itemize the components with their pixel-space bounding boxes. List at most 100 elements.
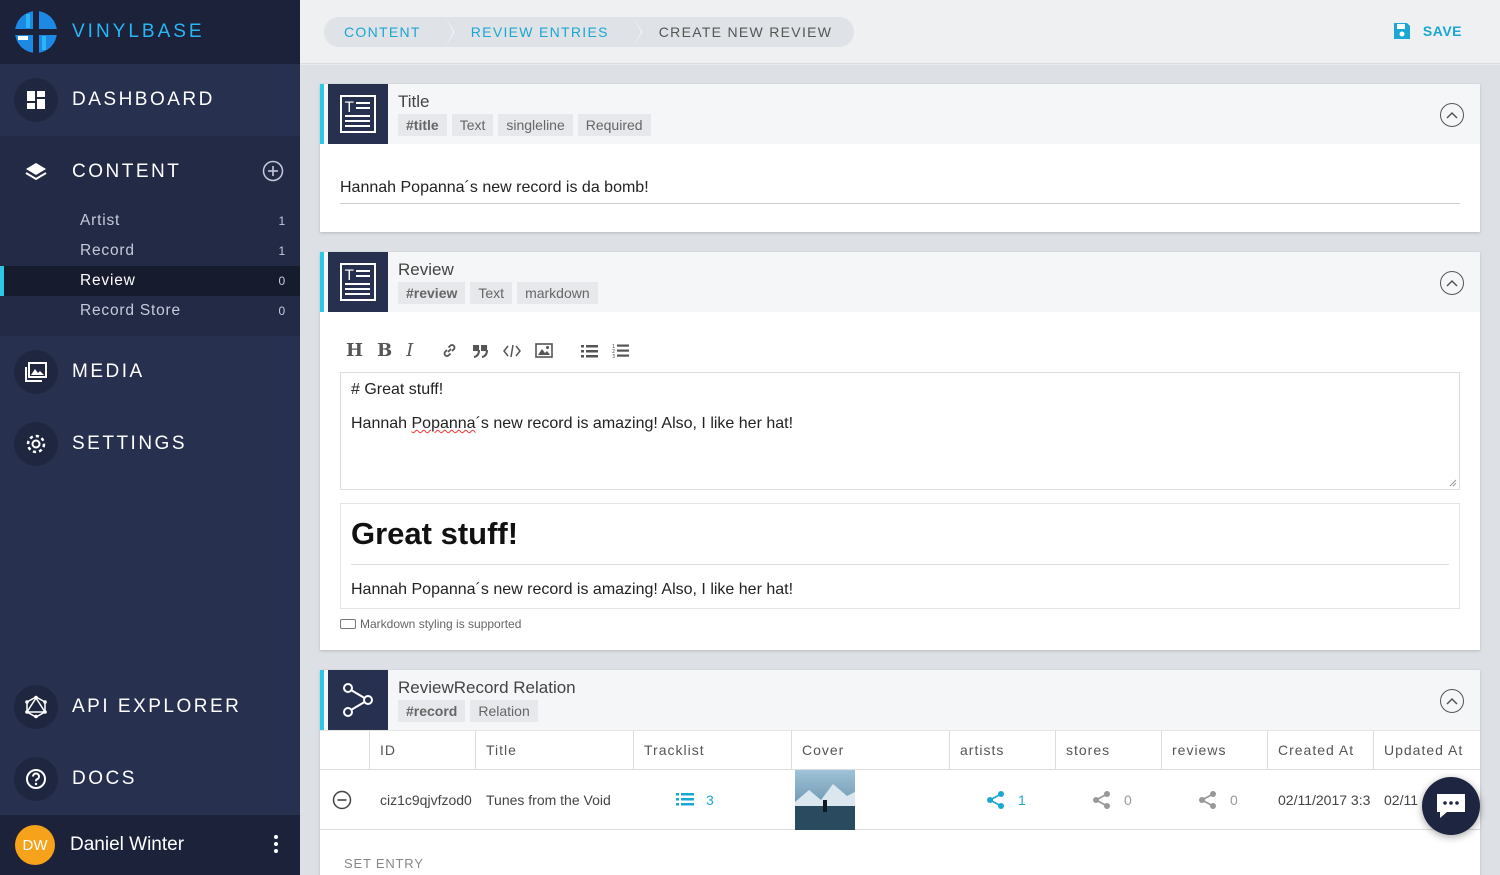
- field-name: ReviewRecord Relation: [398, 678, 576, 697]
- text-field-icon: T: [328, 252, 388, 312]
- remove-entry-icon[interactable]: [320, 770, 370, 830]
- nav-docs[interactable]: DOCS: [0, 743, 300, 815]
- quote-icon[interactable]: [472, 343, 489, 358]
- share-icon: [1093, 790, 1110, 809]
- relation-table: ID Title Tracklist Cover artists stores …: [320, 730, 1480, 830]
- share-icon: [987, 790, 1004, 809]
- nav-docs-label: DOCS: [72, 768, 137, 789]
- heading-button[interactable]: H: [346, 340, 363, 361]
- field-type-tag: Relation: [470, 700, 538, 722]
- field-tags: #review Text markdown: [398, 282, 603, 304]
- sidebar-item-review[interactable]: Review 0: [0, 266, 300, 296]
- text-field-icon: T: [328, 84, 388, 144]
- svg-text:3: 3: [612, 354, 615, 359]
- title-input[interactable]: Hannah Popanna´s new record is da bomb!: [340, 179, 1460, 204]
- sidebar-item-artist[interactable]: Artist 1: [0, 206, 300, 236]
- chat-button[interactable]: [1422, 777, 1480, 835]
- cell-tracklist[interactable]: 3: [634, 770, 792, 830]
- column-header: ID: [370, 731, 476, 769]
- sidebar-item-record[interactable]: Record 1: [0, 236, 300, 266]
- resize-handle-icon[interactable]: [1449, 479, 1457, 487]
- breadcrumb-label: CONTENT: [344, 24, 421, 40]
- collapse-icon[interactable]: [1440, 103, 1464, 127]
- chat-icon: [1437, 794, 1465, 818]
- main-content: T Title #title Text singleline Required …: [300, 65, 1500, 875]
- layers-icon: [14, 150, 58, 194]
- nav-dashboard-label: DASHBOARD: [72, 89, 215, 110]
- editor-text: ´s new record is amazing! Also, I like h…: [475, 415, 794, 432]
- nav-media[interactable]: MEDIA: [0, 336, 300, 408]
- item-count: 0: [278, 304, 286, 318]
- field-key-tag: #title: [398, 114, 447, 136]
- album-cover-image: [795, 769, 855, 830]
- reviews-count: 0: [1230, 791, 1238, 808]
- markdown-icon: [340, 619, 356, 629]
- nav-content[interactable]: CONTENT: [0, 136, 300, 208]
- sidebar-item-record-store[interactable]: Record Store 0: [0, 296, 300, 326]
- nav-dashboard[interactable]: DASHBOARD: [0, 64, 300, 136]
- nav-settings-label: SETTINGS: [72, 433, 188, 454]
- bold-button[interactable]: B: [377, 340, 392, 361]
- column-header-blank: [320, 731, 370, 769]
- dashboard-icon: [14, 78, 58, 122]
- field-header: T Review #review Text markdown: [320, 252, 1480, 312]
- nav-api-explorer[interactable]: API EXPLORER: [0, 671, 300, 743]
- sidebar-item-label: Record Store: [80, 302, 181, 319]
- link-icon[interactable]: [441, 342, 458, 359]
- collapse-icon[interactable]: [1440, 271, 1464, 295]
- field-header: T Title #title Text singleline Required: [320, 84, 1480, 144]
- sidebar: VINYLBASE DASHBOARD CONTENT Artist 1 Rec…: [0, 0, 300, 875]
- list-icon: [676, 793, 694, 806]
- column-header: artists: [950, 731, 1056, 769]
- numbered-list-icon[interactable]: 123: [612, 343, 630, 359]
- cell-title: Tunes from the Void: [486, 791, 611, 808]
- cell-artists[interactable]: 1: [950, 770, 1056, 830]
- floppy-disk-icon: [1393, 23, 1410, 39]
- breadcrumb-review-entries[interactable]: REVIEW ENTRIES: [444, 17, 643, 47]
- markdown-editor[interactable]: # Great stuff! Hannah Popanna´s new reco…: [340, 372, 1460, 490]
- column-header: Tracklist: [634, 731, 792, 769]
- breadcrumb-content[interactable]: CONTENT: [324, 17, 455, 47]
- column-header: Updated At: [1384, 742, 1464, 758]
- editor-text: Hannah: [351, 415, 412, 432]
- cell-id: ciz1c9qjvfzod0: [380, 791, 472, 808]
- sidebar-item-label: Record: [80, 242, 135, 259]
- field-variant-tag: singleline: [498, 114, 573, 136]
- field-name: Title: [398, 92, 430, 111]
- save-button[interactable]: SAVE: [1393, 22, 1462, 40]
- field-type-tag: Text: [470, 282, 513, 304]
- code-icon[interactable]: [503, 344, 522, 358]
- field-card-relation: ReviewRecord Relation #record Relation I…: [320, 670, 1480, 875]
- column-header: stores: [1056, 731, 1162, 769]
- item-count: 0: [278, 274, 286, 288]
- table-row[interactable]: ciz1c9qjvfzod0 Tunes from the Void 3 1 0…: [320, 769, 1480, 830]
- item-count: 1: [278, 214, 286, 228]
- column-header: reviews: [1162, 731, 1268, 769]
- more-vert-icon[interactable]: [274, 835, 278, 856]
- set-entry-button[interactable]: SET ENTRY: [344, 856, 424, 871]
- column-header: Cover: [792, 731, 950, 769]
- nav-content-label: CONTENT: [72, 161, 182, 182]
- field-type-tag: Text: [451, 114, 494, 136]
- italic-button[interactable]: I: [406, 340, 413, 361]
- markdown-note-text: Markdown styling is supported: [360, 617, 522, 631]
- nav-settings[interactable]: SETTINGS: [0, 408, 300, 480]
- image-icon[interactable]: [535, 343, 554, 358]
- collapse-icon[interactable]: [1440, 689, 1464, 713]
- user-bar: DW Daniel Winter: [0, 815, 300, 875]
- top-bar: CONTENT REVIEW ENTRIES CREATE NEW REVIEW…: [300, 0, 1500, 64]
- add-content-icon[interactable]: [262, 160, 284, 187]
- field-card-title: T Title #title Text singleline Required …: [320, 84, 1480, 232]
- user-name: Daniel Winter: [70, 834, 185, 855]
- avatar[interactable]: DW: [15, 825, 55, 865]
- help-icon: [14, 757, 58, 801]
- markdown-note: Markdown styling is supported: [340, 617, 521, 631]
- markdown-preview: Great stuff! Hannah Popanna´s new record…: [340, 503, 1460, 609]
- field-name: Review: [398, 260, 454, 279]
- bulleted-list-icon[interactable]: [581, 344, 599, 358]
- breadcrumb-label: CREATE NEW REVIEW: [658, 24, 833, 40]
- field-key-tag: #review: [398, 282, 466, 304]
- cell-reviews[interactable]: 0: [1162, 770, 1268, 830]
- cell-stores[interactable]: 0: [1056, 770, 1162, 830]
- field-required-tag: Required: [577, 114, 651, 136]
